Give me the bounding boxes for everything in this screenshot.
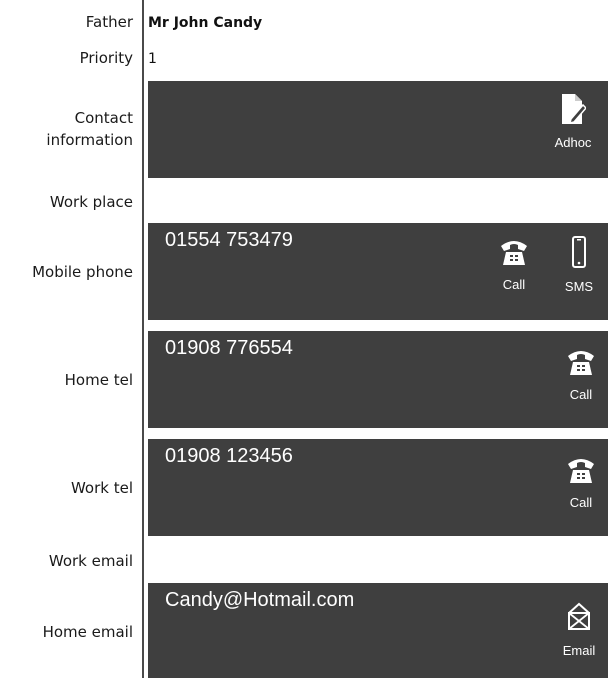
- work-tel-panel: 01908 123456 Call: [148, 439, 608, 536]
- home-call-button[interactable]: Call: [553, 347, 608, 403]
- father-value: Mr John Candy: [148, 15, 263, 31]
- home-tel-panel: 01908 776554 Call: [148, 331, 608, 428]
- sms-label: SMS: [564, 279, 594, 294]
- work-tel-value[interactable]: 01908 123456: [165, 443, 293, 469]
- work-place-label: Work place: [49, 193, 133, 211]
- adhoc-label: Adhoc: [554, 135, 592, 150]
- work-email-label: Work email: [48, 552, 133, 570]
- telephone-icon: [568, 459, 594, 483]
- adhoc-button[interactable]: Adhoc: [545, 93, 601, 151]
- work-tel-label: Work tel: [70, 479, 133, 497]
- mobile-call-label: Call: [502, 277, 526, 292]
- work-call-button[interactable]: Call: [553, 455, 608, 511]
- home-email-value[interactable]: Candy@Hotmail.com: [165, 587, 354, 613]
- contact-information-panel[interactable]: Adhoc: [148, 81, 608, 178]
- label-column-divider: [142, 0, 144, 678]
- father-label: Father: [85, 13, 133, 31]
- telephone-icon: [568, 351, 594, 375]
- edit-document-icon: [562, 94, 586, 125]
- mobile-phone-label: Mobile phone: [32, 263, 133, 281]
- home-tel-label: Home tel: [64, 371, 133, 389]
- contact-information-label-line2: information: [46, 131, 133, 149]
- home-email-label: Home email: [42, 623, 133, 641]
- home-email-panel: Candy@Hotmail.com Email: [148, 583, 608, 678]
- mobile-phone-panel: 01554 753479 Call SMS: [148, 223, 608, 320]
- work-call-label: Call: [569, 495, 593, 510]
- contact-information-label: Contact information: [0, 107, 133, 151]
- sms-button[interactable]: SMS: [551, 235, 607, 295]
- envelope-icon: [568, 602, 590, 630]
- mobile-phone-value[interactable]: 01554 753479: [165, 227, 293, 253]
- contact-information-label-line1: Contact: [74, 109, 133, 127]
- priority-label: Priority: [79, 49, 133, 67]
- home-call-label: Call: [569, 387, 593, 402]
- email-label: Email: [562, 643, 596, 658]
- mobile-call-button[interactable]: Call: [486, 237, 542, 293]
- telephone-icon: [501, 241, 527, 265]
- mobile-phone-icon: [572, 236, 586, 268]
- email-button[interactable]: Email: [551, 601, 607, 659]
- priority-value: 1: [148, 51, 157, 67]
- home-tel-value[interactable]: 01908 776554: [165, 335, 293, 361]
